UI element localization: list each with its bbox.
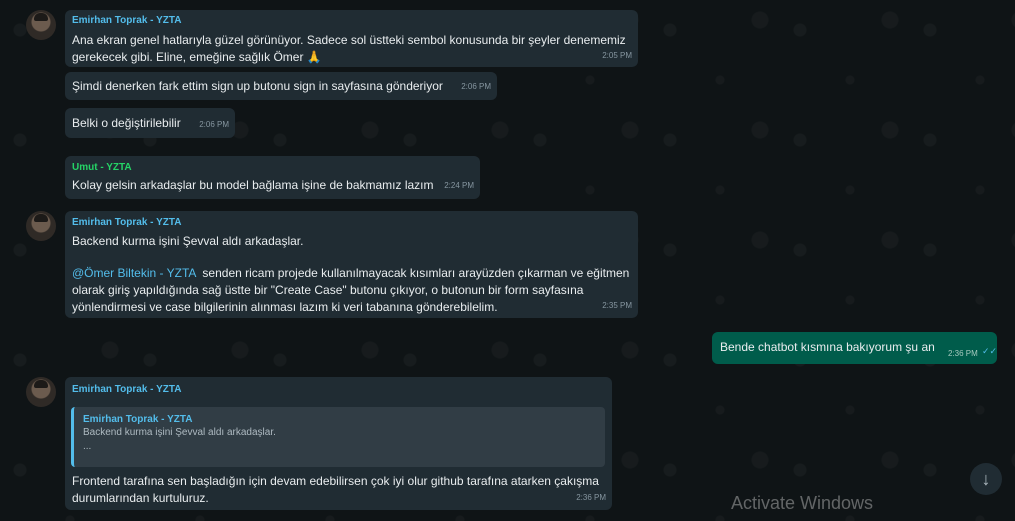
message-bubble[interactable]: Emirhan Toprak - YZTA Emirhan Toprak - Y… bbox=[65, 377, 612, 510]
sender-name[interactable]: Umut - YZTA bbox=[72, 162, 132, 174]
message-time: 2:05 PM bbox=[602, 51, 632, 60]
activate-windows-watermark: Activate Windows bbox=[731, 493, 874, 513]
message-text: Şimdi denerken fark ettim sign up butonu… bbox=[72, 79, 443, 93]
message-text: Ana ekran genel hatlarıyla güzel görünüy… bbox=[72, 33, 626, 64]
message-time: 2:06 PM bbox=[461, 82, 491, 91]
message-time: 2:36 PM bbox=[576, 493, 606, 502]
message-time: 2:35 PM bbox=[602, 301, 632, 310]
message-text: Frontend tarafına sen başladığın için de… bbox=[72, 474, 599, 505]
message-text-body: @Ömer Biltekin - YZTA senden ricam proje… bbox=[72, 265, 632, 316]
message-bubble[interactable]: Emirhan Toprak - YZTA Ana ekran genel ha… bbox=[65, 10, 638, 67]
outgoing-message-bubble[interactable]: Bende chatbot kısmına bakıyorum şu an 2:… bbox=[712, 332, 997, 364]
avatar[interactable] bbox=[26, 211, 56, 241]
message-text: Kolay gelsin arkadaşlar bu model bağlama… bbox=[72, 178, 434, 192]
avatar[interactable] bbox=[26, 377, 56, 407]
read-receipt-icon: ✓✓ bbox=[982, 346, 998, 356]
message-bubble[interactable]: Şimdi denerken fark ettim sign up butonu… bbox=[65, 72, 497, 100]
avatar[interactable] bbox=[26, 10, 56, 40]
message-bubble[interactable]: Umut - YZTA Kolay gelsin arkadaşlar bu m… bbox=[65, 156, 480, 199]
sender-name[interactable]: Emirhan Toprak - YZTA bbox=[72, 15, 181, 27]
message-text-line: Backend kurma işini Şevval aldı arkadaşl… bbox=[72, 234, 304, 248]
message-time: 2:06 PM bbox=[199, 120, 229, 129]
sender-name[interactable]: Emirhan Toprak - YZTA bbox=[72, 384, 181, 396]
mention-link[interactable]: @Ömer Biltekin - YZTA bbox=[72, 266, 196, 280]
message-bubble[interactable]: Emirhan Toprak - YZTA Backend kurma işin… bbox=[65, 211, 638, 318]
message-time: 2:36 PM bbox=[948, 349, 978, 358]
scroll-down-icon[interactable]: ↓ bbox=[970, 463, 1002, 495]
message-text: Belki o değiştirilebilir bbox=[72, 116, 181, 130]
quoted-text: Backend kurma işini Şevval aldı arkadaşl… bbox=[83, 427, 276, 452]
message-bubble[interactable]: Belki o değiştirilebilir 2:06 PM bbox=[65, 108, 235, 138]
message-text: Bende chatbot kısmına bakıyorum şu an bbox=[720, 340, 935, 354]
message-time: 2:24 PM bbox=[444, 181, 474, 190]
sender-name[interactable]: Emirhan Toprak - YZTA bbox=[72, 217, 181, 229]
chat-panel: Emirhan Toprak - YZTA Ana ekran genel ha… bbox=[0, 0, 1015, 521]
quoted-message[interactable]: Emirhan Toprak - YZTA Backend kurma işin… bbox=[71, 407, 605, 467]
